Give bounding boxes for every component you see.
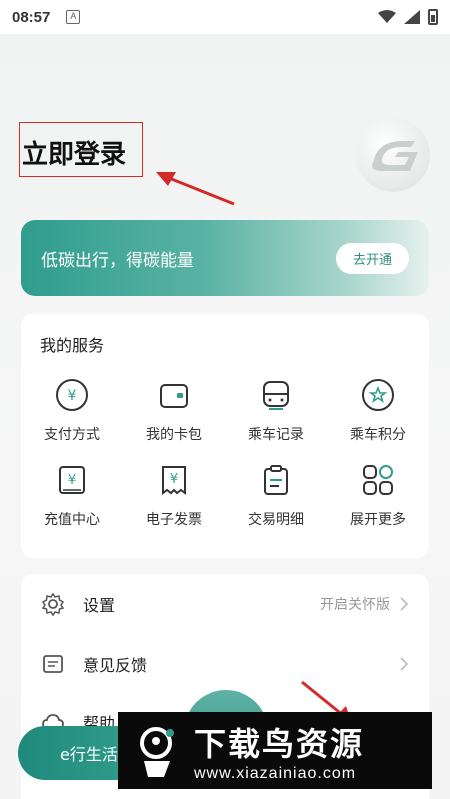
watermark-text: 下载鸟资源 www.xiazainiao.com bbox=[194, 719, 364, 783]
wallet-icon bbox=[155, 376, 193, 414]
bus-icon bbox=[257, 376, 295, 414]
service-recharge-center[interactable]: ¥ 充值中心 bbox=[21, 461, 123, 529]
notification-icon: A bbox=[66, 10, 81, 24]
avatar[interactable] bbox=[356, 118, 430, 192]
activate-button[interactable]: 去开通 bbox=[335, 242, 409, 274]
e-life-label: e行生活 bbox=[60, 745, 118, 764]
settings-row[interactable]: 设置 开启关怀版 bbox=[21, 576, 429, 632]
service-e-invoice[interactable]: ¥ 电子发票 bbox=[123, 461, 225, 529]
annotation-highlight-box bbox=[19, 122, 143, 177]
care-mode-link[interactable]: 开启关怀版 bbox=[320, 594, 390, 614]
service-label: 展开更多 bbox=[350, 512, 406, 528]
clipboard-icon bbox=[257, 461, 295, 499]
watermark-banner: 下载鸟资源 www.xiazainiao.com bbox=[118, 712, 432, 789]
feedback-right bbox=[400, 657, 409, 671]
service-ride-records[interactable]: 乘车记录 bbox=[225, 376, 327, 444]
svg-text:¥: ¥ bbox=[68, 473, 76, 488]
status-indicators bbox=[378, 9, 438, 25]
service-expand-more[interactable]: 展开更多 bbox=[327, 461, 429, 529]
chevron-right-icon bbox=[400, 657, 409, 671]
chevron-right-icon bbox=[400, 597, 409, 611]
feedback-label: 意见反馈 bbox=[83, 656, 148, 675]
service-label: 乘车记录 bbox=[248, 427, 304, 443]
annotation-arrow-icon bbox=[156, 172, 235, 206]
service-ride-points[interactable]: 乘车积分 bbox=[327, 376, 429, 444]
signal-icon bbox=[404, 10, 420, 24]
service-label: 乘车积分 bbox=[350, 427, 406, 443]
yuan-circle-icon: ¥ bbox=[53, 376, 91, 414]
watermark-title: 下载鸟资源 bbox=[194, 724, 365, 763]
bird-logo-icon bbox=[140, 726, 174, 777]
services-title: 我的服务 bbox=[40, 336, 105, 355]
grid-more-icon bbox=[359, 461, 397, 499]
service-label: 我的卡包 bbox=[146, 427, 202, 443]
star-badge-icon bbox=[359, 376, 397, 414]
low-carbon-banner[interactable]: 低碳出行，得碳能量 去开通 bbox=[21, 220, 429, 296]
brand-logo-icon bbox=[372, 141, 418, 171]
wifi-icon bbox=[378, 10, 396, 23]
svg-text:¥: ¥ bbox=[68, 388, 77, 404]
gear-icon bbox=[41, 592, 65, 616]
settings-right: 开启关怀版 bbox=[320, 594, 409, 614]
service-label: 支付方式 bbox=[44, 427, 100, 443]
service-card-wallet[interactable]: 我的卡包 bbox=[123, 376, 225, 444]
my-services-card: 我的服务 ¥ 支付方式 我的卡包 乘车记录 乘车积分 ¥ 充值中心 ¥ 电子发票… bbox=[21, 314, 429, 558]
receipt-icon: ¥ bbox=[155, 461, 193, 499]
feedback-row[interactable]: 意见反馈 bbox=[21, 636, 429, 692]
service-label: 交易明细 bbox=[248, 512, 304, 528]
status-time: 08:57 bbox=[12, 8, 51, 26]
status-bar: 08:57 A bbox=[0, 0, 450, 34]
book-yuan-icon: ¥ bbox=[53, 461, 91, 499]
watermark-url: www.xiazainiao.com bbox=[194, 764, 357, 782]
service-label: 充值中心 bbox=[44, 512, 100, 528]
svg-text:¥: ¥ bbox=[170, 472, 178, 487]
battery-icon bbox=[428, 9, 438, 25]
service-payment-method[interactable]: ¥ 支付方式 bbox=[21, 376, 123, 444]
banner-text: 低碳出行，得碳能量 bbox=[41, 250, 194, 271]
service-transaction-details[interactable]: 交易明细 bbox=[225, 461, 327, 529]
service-label: 电子发票 bbox=[146, 512, 202, 528]
feedback-icon bbox=[41, 652, 65, 676]
services-grid: ¥ 支付方式 我的卡包 乘车记录 乘车积分 ¥ 充值中心 ¥ 电子发票 交易明细… bbox=[21, 376, 429, 529]
settings-label: 设置 bbox=[83, 596, 116, 615]
